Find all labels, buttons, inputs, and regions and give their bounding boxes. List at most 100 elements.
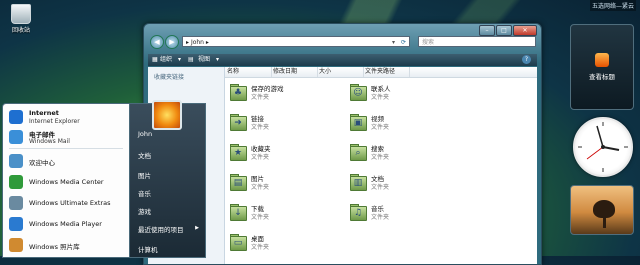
search-input[interactable]: 搜索	[418, 36, 536, 47]
folder-type: 文件夹	[251, 214, 270, 221]
favorites-icon: ★	[229, 142, 247, 161]
recent-program[interactable]: Windows Media Center	[7, 172, 127, 192]
folder-type: 文件夹	[371, 184, 390, 191]
video-icon: ▣	[349, 112, 367, 131]
folder-item[interactable]: ▣ 视频 文件夹	[349, 111, 459, 133]
documents-icon: ▥	[349, 172, 367, 191]
folder-item[interactable]: ☺ 联系人 文件夹	[349, 81, 459, 103]
start-menu-programs: Internet Internet Explorer 电子邮件 Windows Mai…	[2, 103, 130, 258]
folder-item[interactable]: ↓ 下载 文件夹	[229, 201, 339, 223]
ultimate-extras-icon	[9, 196, 23, 210]
recycle-bin[interactable]: 回收站	[6, 4, 36, 34]
recent-program[interactable]: 欢迎中心	[7, 151, 127, 171]
help-icon[interactable]: ?	[522, 55, 531, 64]
organize-menu[interactable]: 组织	[160, 54, 172, 66]
desktop-icon: ▭	[229, 232, 247, 251]
watermark: 五选网络—紧云	[589, 0, 636, 11]
recent-label: 欢迎中心	[29, 159, 55, 167]
organize-dropdown-icon: ▾	[178, 56, 182, 63]
folder-type: 文件夹	[251, 184, 270, 191]
recent-program[interactable]: Windows Media Player	[7, 214, 127, 234]
user-avatar	[152, 100, 182, 130]
saved-games-icon: ♣	[229, 82, 247, 101]
back-button[interactable]: ◀	[150, 35, 164, 49]
folder-item[interactable]: ▭ 桌面 文件夹	[229, 231, 339, 253]
pinned-subtitle: Internet Explorer	[29, 118, 80, 125]
folder-item[interactable]: ▥ 文档 文件夹	[349, 171, 459, 193]
start-place-item[interactable]: 游戏	[138, 206, 151, 216]
address-arrow-icon: ▸	[186, 39, 190, 46]
tree-trunk	[603, 214, 606, 228]
views-dropdown-icon: ▾	[216, 56, 220, 63]
folder-item[interactable]: ★ 收藏夹 文件夹	[229, 141, 339, 163]
photo-gallery-icon	[9, 238, 23, 252]
pinned-program[interactable]: Internet Internet Explorer	[7, 107, 127, 127]
start-menu: Internet Internet Explorer 电子邮件 Windows Mai…	[0, 100, 206, 258]
file-list: 名称 修改日期 大小 文件夹路径 ♣ 保存的游戏 文件夹 ☺ 联系人 文件夹 ➜ 链接 文件夹 ▣…	[225, 67, 537, 264]
start-place-item[interactable]: 计算机	[138, 244, 158, 254]
folder-item[interactable]: ♣ 保存的游戏 文件夹	[229, 81, 339, 103]
welcome-center-icon	[9, 154, 23, 168]
folder-item[interactable]: ▤ 图片 文件夹	[229, 171, 339, 193]
folder-type: 文件夹	[371, 94, 390, 101]
recent-program[interactable]: Windows Ultimate Extras	[7, 193, 127, 213]
recent-label: Windows Media Center	[29, 178, 104, 186]
recent-label: Windows 照片库	[29, 243, 80, 251]
folder-type: 文件夹	[371, 214, 390, 221]
recycle-bin-label: 回收站	[11, 27, 30, 34]
slideshow-gadget[interactable]	[570, 185, 634, 235]
rss-gadget[interactable]: 查看标题	[570, 24, 634, 110]
organize-icon: ▦	[152, 56, 158, 63]
recent-label: Windows Ultimate Extras	[29, 199, 111, 207]
address-bar[interactable]: ▸ John ▸ ▾ ⟳	[182, 36, 410, 47]
windows-mail-icon	[9, 130, 23, 144]
address-sep-icon: ▸	[205, 39, 209, 46]
refresh-icon[interactable]: ⟳	[401, 37, 406, 48]
folder-item[interactable]: ♫ 音乐 文件夹	[349, 201, 459, 223]
pinned-title: Internet	[29, 109, 59, 117]
column-size[interactable]: 大小	[317, 67, 364, 77]
separator	[9, 148, 123, 149]
recent-label: Windows Media Player	[29, 220, 102, 228]
favorite-links-header: 收藏夹链接	[154, 74, 185, 81]
start-place-item[interactable]: 图片	[138, 170, 151, 180]
recent-program[interactable]: Windows 照片库	[7, 235, 127, 255]
views-icon: ▤	[188, 56, 194, 63]
rss-icon	[595, 53, 609, 67]
address-path: John	[190, 39, 204, 46]
submenu-arrow-icon: ▶	[195, 225, 199, 231]
views-menu[interactable]: 视图	[198, 54, 210, 66]
folder-type: 文件夹	[371, 154, 390, 161]
column-date[interactable]: 修改日期	[271, 67, 318, 77]
rss-label: 查看标题	[589, 73, 615, 81]
start-place-item[interactable]: 文档	[138, 150, 151, 160]
column-headers: 名称 修改日期 大小 文件夹路径	[225, 67, 537, 78]
recycle-bin-icon	[11, 4, 31, 24]
downloads-icon: ↓	[229, 202, 247, 221]
folder-type: 文件夹	[371, 124, 390, 131]
search-folder-icon: ⌕	[349, 142, 367, 161]
media-player-icon	[9, 217, 23, 231]
folder-item[interactable]: ➜ 链接 文件夹	[229, 111, 339, 133]
content-area: 收藏夹链接 名称 修改日期 大小 文件夹路径 ♣ 保存的游戏 文件夹 ☺ 联系人 文件夹 ➜…	[148, 67, 537, 264]
start-place-item[interactable]: John	[138, 130, 152, 138]
media-center-icon	[9, 175, 23, 189]
folder-item[interactable]: ⌕ 搜索 文件夹	[349, 141, 459, 163]
pictures-icon: ▤	[229, 172, 247, 191]
toolbar: ▦ 组织 ▾ ▤ 视图 ▾ ?	[148, 54, 537, 66]
clock-gadget[interactable]	[570, 114, 633, 180]
column-name[interactable]: 名称	[225, 67, 272, 77]
start-place-item[interactable]: 音乐	[138, 188, 151, 198]
pinned-program[interactable]: 电子邮件 Windows Mail	[7, 127, 127, 147]
address-row: ◀ ▶ ▸ John ▸ ▾ ⟳ 搜索	[148, 34, 537, 50]
internet-explorer-icon	[9, 110, 23, 124]
pinned-subtitle: Windows Mail	[29, 138, 70, 145]
folder-type: 文件夹	[251, 244, 270, 251]
start-place-item[interactable]: 最近使用的项目	[138, 224, 184, 234]
links-icon: ➜	[229, 112, 247, 131]
clock-icon	[573, 117, 633, 177]
folder-type: 文件夹	[251, 124, 270, 131]
column-path[interactable]: 文件夹路径	[363, 67, 410, 77]
forward-button[interactable]: ▶	[165, 35, 179, 49]
address-dropdown-icon[interactable]: ▾	[392, 37, 395, 48]
